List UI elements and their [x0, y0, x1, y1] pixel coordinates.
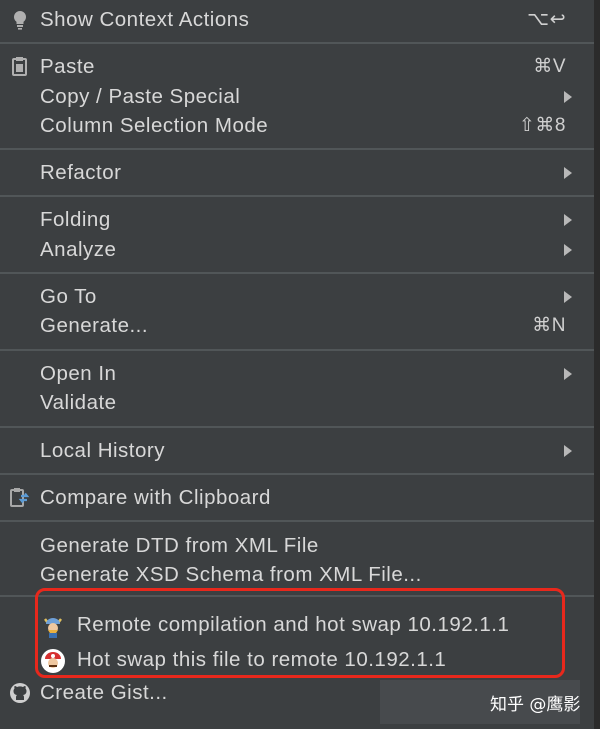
menu-item-label: Analyze	[40, 238, 117, 261]
shortcut-label: ⇧⌘8	[519, 115, 566, 136]
submenu-arrow-icon	[564, 214, 572, 226]
menu-item-label: Generate XSD Schema from XML File...	[40, 563, 422, 586]
annotation-highlight-box	[35, 588, 565, 678]
menu-item-label: Compare with Clipboard	[40, 486, 271, 509]
menu-item-label: Create Gist...	[40, 681, 168, 704]
menu-item-local-history[interactable]: Local History	[0, 436, 594, 465]
menu-item-label: Paste	[40, 55, 95, 78]
menu-item-folding[interactable]: Folding	[0, 205, 594, 234]
menu-item-go-to[interactable]: Go To	[0, 282, 594, 311]
menu-item-open-in[interactable]: Open In	[0, 359, 594, 388]
menu-item-label: Show Context Actions	[40, 8, 250, 31]
menu-item-label: Go To	[40, 285, 97, 308]
separator	[0, 42, 594, 44]
github-icon	[8, 681, 32, 705]
menu-item-show-context-actions[interactable]: Show Context Actions ⌥↩	[0, 5, 594, 34]
shortcut-label: ⌘N	[532, 315, 566, 336]
shortcut-label: ⌥↩	[527, 9, 566, 30]
menu-item-label: Copy / Paste Special	[40, 85, 241, 108]
submenu-arrow-icon	[564, 167, 572, 179]
lightbulb-icon	[8, 8, 32, 32]
menu-item-generate-xsd[interactable]: Generate XSD Schema from XML File...	[0, 560, 594, 589]
menu-item-analyze[interactable]: Analyze	[0, 235, 594, 264]
menu-item-label: Folding	[40, 208, 111, 231]
watermark-text: 知乎 @鹰影	[490, 695, 581, 715]
separator	[0, 473, 594, 475]
window-edge	[594, 0, 600, 729]
menu-item-label: Refactor	[40, 161, 122, 184]
menu-item-generate[interactable]: Generate... ⌘N	[0, 311, 594, 340]
menu-item-paste[interactable]: Paste ⌘V	[0, 52, 594, 81]
separator	[0, 272, 594, 274]
separator	[0, 426, 594, 428]
menu-item-validate[interactable]: Validate	[0, 388, 594, 417]
separator	[0, 148, 594, 150]
submenu-arrow-icon	[564, 91, 572, 103]
menu-item-compare-with-clipboard[interactable]: Compare with Clipboard	[0, 483, 594, 512]
separator	[0, 520, 594, 522]
compare-clipboard-icon	[8, 486, 32, 510]
menu-item-column-selection-mode[interactable]: Column Selection Mode ⇧⌘8	[0, 111, 594, 140]
menu-item-copy-paste-special[interactable]: Copy / Paste Special	[0, 82, 594, 111]
menu-item-label: Generate DTD from XML File	[40, 534, 319, 557]
menu-item-generate-dtd[interactable]: Generate DTD from XML File	[0, 531, 594, 560]
submenu-arrow-icon	[564, 291, 572, 303]
context-menu: Show Context Actions ⌥↩ Paste ⌘V Copy / …	[0, 0, 594, 729]
clipboard-icon	[8, 55, 32, 79]
menu-item-label: Validate	[40, 391, 117, 414]
menu-item-label: Open In	[40, 362, 117, 385]
separator	[0, 195, 594, 197]
submenu-arrow-icon	[564, 244, 572, 256]
menu-item-label: Generate...	[40, 314, 149, 337]
submenu-arrow-icon	[564, 445, 572, 457]
menu-item-label: Local History	[40, 439, 165, 462]
menu-item-label: Column Selection Mode	[40, 114, 269, 137]
menu-item-refactor[interactable]: Refactor	[0, 158, 594, 187]
separator	[0, 349, 594, 351]
submenu-arrow-icon	[564, 368, 572, 380]
shortcut-label: ⌘V	[533, 56, 566, 77]
